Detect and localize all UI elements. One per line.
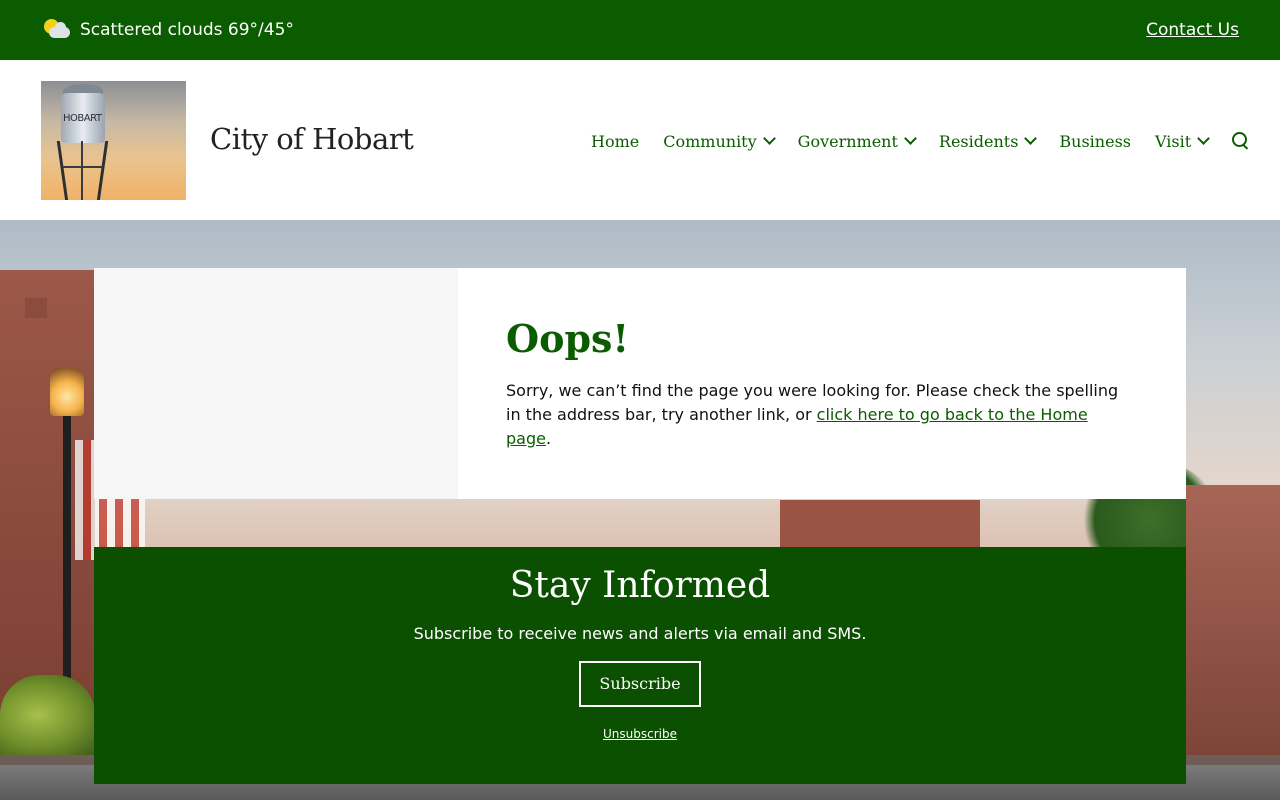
partly-cloudy-icon	[44, 19, 70, 41]
site-title[interactable]: City of Hobart	[210, 122, 414, 156]
nav-item-label: Business	[1059, 131, 1131, 151]
nav-item-community[interactable]: Community	[663, 132, 773, 151]
top-bar: Scattered clouds 69°/45° Contact Us	[0, 0, 1280, 60]
nav-item-label: Government	[797, 131, 898, 151]
nav-item-visit[interactable]: Visit	[1155, 132, 1208, 151]
tower-leg	[96, 141, 109, 200]
chimney	[25, 298, 47, 318]
stay-informed-title: Stay Informed	[509, 565, 771, 606]
nav-item-label: Visit	[1155, 131, 1192, 151]
error-card: Oops! Sorry, we can’t find the page you …	[94, 268, 1186, 499]
weather-text: Scattered clouds 69°/45°	[80, 20, 294, 40]
chevron-down-icon[interactable]	[1024, 134, 1035, 145]
stay-informed-subtitle: Subscribe to receive news and alerts via…	[413, 624, 867, 643]
nav-item-home[interactable]: Home	[591, 132, 639, 151]
nav-item-label: Home	[591, 131, 640, 151]
chevron-down-icon[interactable]	[1197, 134, 1208, 145]
nav-item-business[interactable]: Business	[1059, 132, 1131, 151]
nav-item-residents[interactable]: Residents	[939, 132, 1036, 151]
weather-widget: Scattered clouds 69°/45°	[44, 19, 294, 41]
main-nav: Home Community Government Residents Busi…	[591, 128, 1250, 154]
unsubscribe-link[interactable]: Unsubscribe	[94, 727, 1186, 741]
subscribe-button[interactable]: Subscribe	[579, 661, 701, 707]
error-message: Sorry, we can’t find the page you were l…	[506, 379, 1136, 451]
site-logo[interactable]: HOBART	[41, 81, 186, 200]
stay-informed-section: Stay Informed Subscribe to receive news …	[94, 547, 1186, 784]
nav-item-label: Community	[663, 131, 757, 151]
chevron-down-icon[interactable]	[763, 134, 774, 145]
shrubs	[0, 675, 95, 755]
error-title: Oops!	[506, 316, 630, 361]
nav-item-government[interactable]: Government	[798, 132, 915, 151]
contact-us-link[interactable]: Contact Us	[1146, 20, 1239, 40]
nav-item-label: Residents	[938, 131, 1019, 151]
error-message-end: .	[545, 429, 552, 448]
cloud-shape	[49, 22, 70, 38]
search-icon[interactable]	[1232, 132, 1250, 150]
tower-brace	[63, 166, 103, 168]
chevron-down-icon[interactable]	[904, 134, 915, 145]
site-header: HOBART City of Hobart Home Community Gov…	[0, 60, 1280, 220]
error-card-side-panel	[94, 268, 458, 499]
brick-building	[1186, 485, 1280, 755]
error-card-content: Oops! Sorry, we can’t find the page you …	[458, 268, 1186, 499]
tower-leg	[81, 141, 83, 200]
logo-tower-text: HOBART	[63, 113, 102, 124]
street-lamp	[50, 368, 84, 416]
tower-leg	[56, 141, 69, 200]
